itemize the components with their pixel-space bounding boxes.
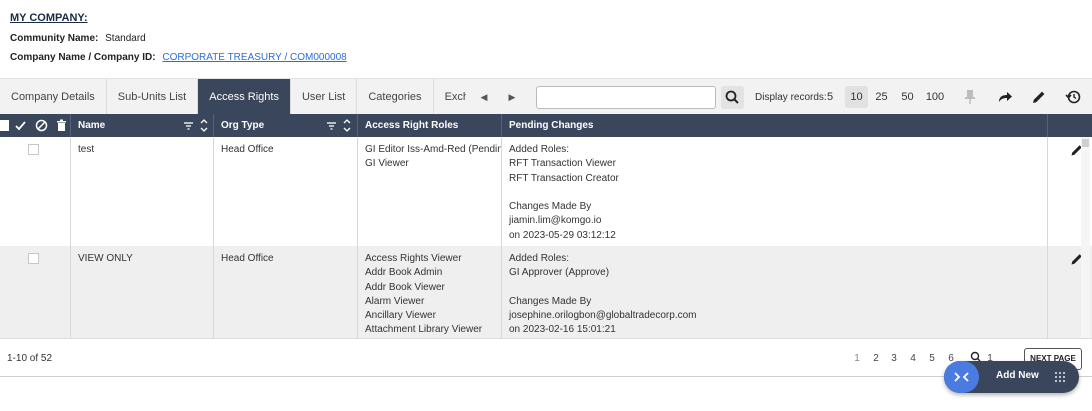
role-item: Attachment Library Viewer xyxy=(365,324,483,336)
tab-strip: Company Details Sub-Units List Access Ri… xyxy=(0,79,466,115)
record-count: 1-10 of 52 xyxy=(7,353,53,364)
page-link-5[interactable]: 5 xyxy=(926,353,938,364)
filter-icon[interactable] xyxy=(325,119,338,132)
sort-icon[interactable] xyxy=(199,118,209,133)
cell-pending-changes: Added Roles: RFT Transaction Viewer RFT … xyxy=(502,137,1048,246)
pending-line: Added Roles: xyxy=(509,253,570,264)
pending-line: on 2023-02-16 15:01:21 xyxy=(509,324,616,336)
pending-line: Changes Made By xyxy=(509,201,592,213)
column-header-access-right-roles: Access Right Roles xyxy=(358,114,502,137)
community-row: Community Name: Standard xyxy=(10,33,347,44)
role-item: Access Rights Viewer xyxy=(365,253,462,264)
column-header-name-label: Name xyxy=(78,120,106,131)
column-header-org-type-label: Org Type xyxy=(221,120,265,131)
display-records-label: Display records: xyxy=(755,92,827,103)
pending-line xyxy=(509,281,1040,295)
cell-name: test xyxy=(71,137,214,246)
pending-line: RFT Transaction Creator xyxy=(509,172,619,184)
page-link-2[interactable]: 2 xyxy=(870,353,882,364)
row-select-cell xyxy=(0,137,71,246)
page-size-10[interactable]: 10 xyxy=(845,86,868,108)
community-value: Standard xyxy=(105,33,146,44)
cell-org-type: Head Office xyxy=(214,246,358,338)
page-size-100[interactable]: 100 xyxy=(925,86,945,108)
role-item: Addr Book Admin xyxy=(365,267,443,279)
pending-line: Added Roles: xyxy=(509,144,570,155)
page-link-1[interactable]: 1 xyxy=(851,353,863,364)
bulk-actions xyxy=(0,114,71,137)
pending-line: RFT Transaction Viewer xyxy=(509,158,616,170)
page-link-4[interactable]: 4 xyxy=(907,353,919,364)
tab-exchange-rates[interactable]: Exchange Rat xyxy=(434,79,466,115)
page: MY COMPANY: Community Name: Standard Com… xyxy=(0,0,1092,411)
tab-scroll-right-icon[interactable]: ▶ xyxy=(507,91,517,103)
pending-line: GI Approver (Approve) xyxy=(509,267,610,279)
community-label: Community Name: xyxy=(10,33,99,44)
search-icon xyxy=(725,90,739,104)
tabs-toolbar: Company Details Sub-Units List Access Ri… xyxy=(0,78,1092,115)
page-size-5[interactable]: 5 xyxy=(824,86,836,108)
company-label: Company Name / Company ID: xyxy=(10,52,156,63)
sort-icon[interactable] xyxy=(342,118,352,133)
add-new-button[interactable]: Add New xyxy=(996,370,1039,381)
history-icon[interactable] xyxy=(1064,88,1082,106)
filter-icon[interactable] xyxy=(182,119,195,132)
tab-user-list[interactable]: User List xyxy=(291,79,358,115)
tab-scroll-left-icon[interactable]: ◀ xyxy=(479,91,489,103)
column-header-org-type[interactable]: Org Type xyxy=(214,114,358,137)
search-button[interactable] xyxy=(721,86,744,109)
role-item: GI Editor Iss-Amd-Red (Pending Cor xyxy=(365,144,501,155)
role-item: Addr Book Viewer xyxy=(365,281,445,293)
cell-name: VIEW ONLY xyxy=(71,246,214,338)
share-icon[interactable] xyxy=(996,88,1014,106)
cell-access-right-roles: Access Rights Viewer Addr Book Admin Add… xyxy=(358,246,502,338)
row-select-cell xyxy=(0,246,71,338)
pencil-icon[interactable] xyxy=(1030,88,1048,106)
cell-pending-changes: Added Roles: GI Approver (Approve) Chang… xyxy=(502,246,1048,338)
role-item: GI Viewer xyxy=(365,158,409,170)
cell-access-right-roles: GI Editor Iss-Amd-Red (Pending Cor GI Vi… xyxy=(358,137,502,246)
row-checkbox[interactable] xyxy=(28,144,39,155)
pagination-footer: 1-10 of 52 1 2 3 4 5 6 1 NEXT PAGE xyxy=(0,338,1092,377)
page-link-3[interactable]: 3 xyxy=(888,353,900,364)
table-header: Name Org Type Access Right Roles Pending… xyxy=(0,114,1092,137)
table-scrollbar[interactable] xyxy=(1081,137,1090,338)
pending-line: on 2023-05-29 03:12:12 xyxy=(509,229,616,241)
role-item: Ancillary Viewer xyxy=(365,310,436,322)
company-info: MY COMPANY: Community Name: Standard Com… xyxy=(10,12,347,71)
pending-line xyxy=(509,186,1040,200)
table-scrollbar-thumb[interactable] xyxy=(1082,139,1089,147)
role-item: Alarm Viewer xyxy=(365,295,425,307)
pending-line: jiamin.lim@komgo.io xyxy=(509,215,602,227)
column-header-pending-changes: Pending Changes xyxy=(502,114,1048,137)
pending-line: Changes Made By xyxy=(509,295,592,307)
table-row[interactable]: test Head Office GI Editor Iss-Amd-Red (… xyxy=(0,137,1092,246)
row-checkbox[interactable] xyxy=(28,253,39,264)
cell-org-type: Head Office xyxy=(214,137,358,246)
collapse-toggle-button[interactable] xyxy=(944,361,979,393)
check-icon[interactable] xyxy=(14,119,27,132)
floating-action-bar: Add New xyxy=(944,361,1079,393)
page-size-50[interactable]: 50 xyxy=(899,86,916,108)
select-all-checkbox[interactable] xyxy=(0,120,9,131)
page-size-25[interactable]: 25 xyxy=(873,86,890,108)
trash-icon[interactable] xyxy=(55,119,68,132)
tab-company-details[interactable]: Company Details xyxy=(0,79,107,115)
column-header-name[interactable]: Name xyxy=(71,114,214,137)
company-row: Company Name / Company ID: CORPORATE TRE… xyxy=(10,52,347,63)
grid-menu-icon[interactable] xyxy=(1053,370,1067,384)
search-input[interactable] xyxy=(536,86,716,109)
tab-access-rights[interactable]: Access Rights xyxy=(198,79,291,115)
tab-categories[interactable]: Categories xyxy=(357,79,434,115)
company-title: MY COMPANY: xyxy=(10,12,88,24)
chevrons-icon xyxy=(954,372,969,382)
company-link[interactable]: CORPORATE TREASURY / COM000008 xyxy=(162,52,346,63)
tab-sub-units-list[interactable]: Sub-Units List xyxy=(107,79,199,115)
pending-line: josephine.orilogbon@globaltradecorp.com xyxy=(509,310,697,322)
table-row[interactable]: VIEW ONLY Head Office Access Rights View… xyxy=(0,246,1092,338)
block-icon[interactable] xyxy=(35,119,48,132)
pin-icon[interactable] xyxy=(961,88,979,106)
